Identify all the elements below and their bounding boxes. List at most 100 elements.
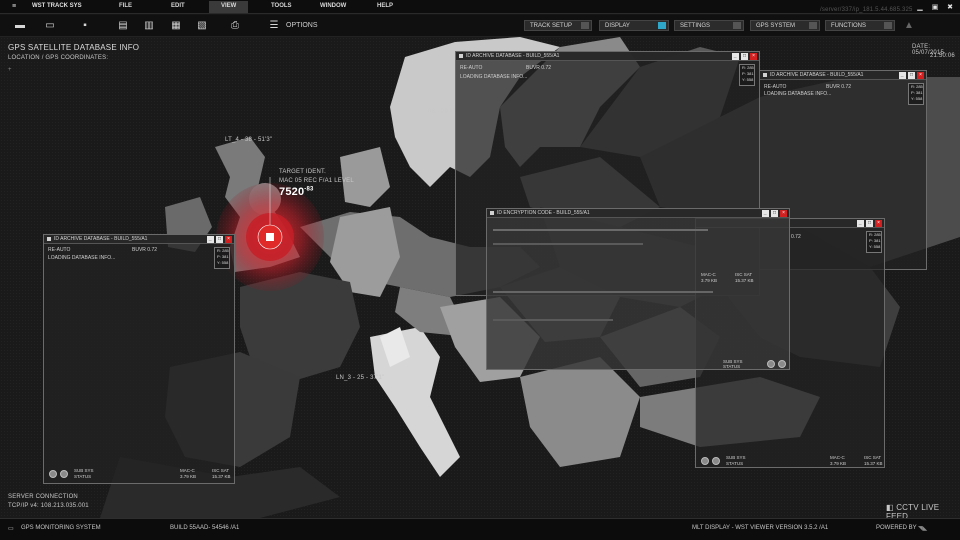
toolbar: ▬ ▭ ▪ ▤ ▥ ▦ ▧ ⎙ ☰ OPTIONS TRACK SETUP DI…	[0, 15, 960, 37]
loading-line: LOADING DATABASE INFO...	[764, 91, 832, 97]
hud-title: GPS SATELLITE DATABASE INFO	[8, 43, 140, 52]
col-reauto: RE-AUTO	[48, 247, 71, 253]
status-label: STATUS	[723, 364, 741, 369]
toggle-indicator	[884, 22, 892, 29]
toggle-indicator	[658, 22, 666, 29]
display-toggle[interactable]: DISPLAY	[599, 20, 669, 31]
mac-label: MAC-C	[830, 455, 845, 460]
sub-sys-label: SUB SYS	[74, 468, 94, 473]
loading-line: LOADING DATABASE INFO...	[48, 255, 116, 261]
maximize-icon[interactable]: □	[771, 210, 778, 217]
rpy-box: R: 285 P: 381 Y: 558	[739, 64, 755, 86]
coords-top: LT_4 - 38 - 51'3"	[225, 137, 273, 143]
y-value: Y: 558	[742, 77, 754, 82]
close-icon[interactable]: ×	[225, 236, 232, 243]
isc-label: ISC SAT	[212, 468, 230, 473]
options-button[interactable]: OPTIONS	[286, 22, 318, 29]
window-title: ID ARCHIVE DATABASE - BUILD_555/A1	[466, 53, 560, 59]
y-value: Y: 558	[217, 260, 229, 265]
target-label-ident: TARGET IDENT.	[279, 169, 327, 175]
status-label: STATUS	[74, 474, 92, 479]
menu-view[interactable]: VIEW	[209, 1, 249, 13]
toggle-indicator	[733, 22, 741, 29]
settings-label: SETTINGS	[680, 23, 711, 29]
zoom-in-icon[interactable]	[767, 360, 775, 368]
mac-value: 3.79 KB	[830, 461, 847, 466]
menu-file[interactable]: FILE	[119, 3, 132, 9]
window-icon	[459, 54, 463, 58]
window-header[interactable]: ID ARCHIVE DATABASE - BUILD_555/A1	[44, 235, 234, 244]
functions-label: FUNCTIONS	[831, 23, 866, 29]
document-icon[interactable]: ▤	[117, 20, 129, 31]
map-view[interactable]: GPS SATELLITE DATABASE INFO LOCATION / G…	[0, 7, 960, 521]
rpy-box: R: 285 P: 381 Y: 558	[866, 231, 882, 253]
minimize-icon[interactable]: _	[732, 53, 739, 60]
minimize-icon[interactable]: _	[899, 72, 906, 79]
close-icon[interactable]: ×	[780, 210, 787, 217]
menu-bar: ≡ WST TRACK SYS FILE EDIT VIEW TOOLS WIN…	[0, 0, 960, 14]
toggle-indicator	[809, 22, 817, 29]
menu-help[interactable]: HELP	[377, 3, 393, 9]
col-buvr: 0.72	[791, 234, 801, 240]
mac-value: 3.79 KB	[180, 474, 197, 479]
document-export-icon[interactable]: ▧	[196, 20, 208, 31]
save-icon[interactable]: ▪	[79, 20, 91, 31]
menu-window[interactable]: WINDOW	[320, 3, 346, 9]
menu-tools[interactable]: TOOLS	[271, 3, 292, 9]
window-icon	[490, 211, 494, 215]
zoom-out-icon[interactable]	[778, 360, 786, 368]
maximize-icon[interactable]: □	[741, 53, 748, 60]
status-system-name: GPS MONITORING SYSTEM	[21, 525, 101, 531]
status-label: STATUS	[726, 461, 744, 466]
target-label-level: MAC 05 REC F/A1 LEVEL	[279, 178, 354, 184]
display-label: DISPLAY	[605, 23, 630, 29]
rpy-box: R: 285 P: 381 Y: 558	[908, 83, 924, 105]
minimize-icon[interactable]: _	[762, 210, 769, 217]
close-icon[interactable]: ×	[917, 72, 924, 79]
archive-window-left[interactable]: ID ARCHIVE DATABASE - BUILD_555/A1 _ □ ×…	[43, 234, 235, 484]
document-edit-icon[interactable]: ▦	[170, 20, 182, 31]
zoom-in-icon[interactable]	[701, 457, 709, 465]
close-icon[interactable]: ×	[875, 220, 882, 227]
document-copy-icon[interactable]: ▥	[143, 20, 155, 31]
zoom-out-icon[interactable]	[60, 470, 68, 478]
window-title: ID ENCRYPTION CODE - BUILD_555/A1	[497, 210, 590, 216]
folder-icon[interactable]: ▬	[14, 20, 26, 31]
col-buvr: BUVR 0.72	[526, 65, 552, 71]
minimize-icon[interactable]: _	[857, 220, 864, 227]
zoom-out-icon[interactable]	[712, 457, 720, 465]
maximize-icon[interactable]: □	[216, 236, 223, 243]
col-buvr: BUVR 0.72	[132, 247, 158, 253]
coords-bottom: LN_3 - 25 - 37'1"	[336, 375, 385, 381]
functions-toggle[interactable]: FUNCTIONS	[825, 20, 895, 31]
zoom-in-icon[interactable]	[49, 470, 57, 478]
open-folder-icon[interactable]: ▭	[44, 20, 56, 31]
window-title: ID ARCHIVE DATABASE - BUILD_555/A1	[770, 72, 864, 78]
col-buvr: BUVR 0.72	[826, 84, 852, 90]
gps-system-toggle[interactable]: GPS SYSTEM	[750, 20, 820, 31]
brand-logo-icon: ◥◣	[918, 526, 928, 532]
server-connection: SERVER CONNECTION	[8, 494, 78, 500]
status-build: BUILD 55AAD- 54546 /A1	[170, 525, 240, 531]
encryption-window[interactable]: ID ENCRYPTION CODE - BUILD_555/A1 _ □ × …	[486, 208, 790, 370]
track-setup-toggle[interactable]: TRACK SETUP	[524, 20, 592, 31]
loading-line: LOADING DATABASE INFO...	[460, 74, 528, 80]
isc-value: 15.37 KB	[735, 278, 754, 283]
print-icon[interactable]: ⎙	[229, 20, 241, 31]
toggle-indicator	[581, 22, 589, 29]
settings-toggle[interactable]: SETTINGS	[674, 20, 744, 31]
window-icon	[47, 237, 51, 241]
warning-icon: ▲	[904, 20, 914, 31]
maximize-icon[interactable]: □	[866, 220, 873, 227]
minimize-icon[interactable]: _	[207, 236, 214, 243]
menu-edit[interactable]: EDIT	[171, 3, 185, 9]
mac-label: MAC-C	[180, 468, 195, 473]
close-icon[interactable]: ×	[750, 53, 757, 60]
code-line	[493, 229, 708, 231]
isc-value: 15.37 KB	[212, 474, 231, 479]
maximize-icon[interactable]: □	[908, 72, 915, 79]
close-icon[interactable]: ✖	[940, 3, 960, 11]
y-value: Y: 558	[911, 96, 923, 101]
window-header[interactable]: ID ENCRYPTION CODE - BUILD_555/A1	[487, 209, 789, 218]
window-header[interactable]: ID ARCHIVE DATABASE - BUILD_555/A1	[456, 52, 759, 61]
